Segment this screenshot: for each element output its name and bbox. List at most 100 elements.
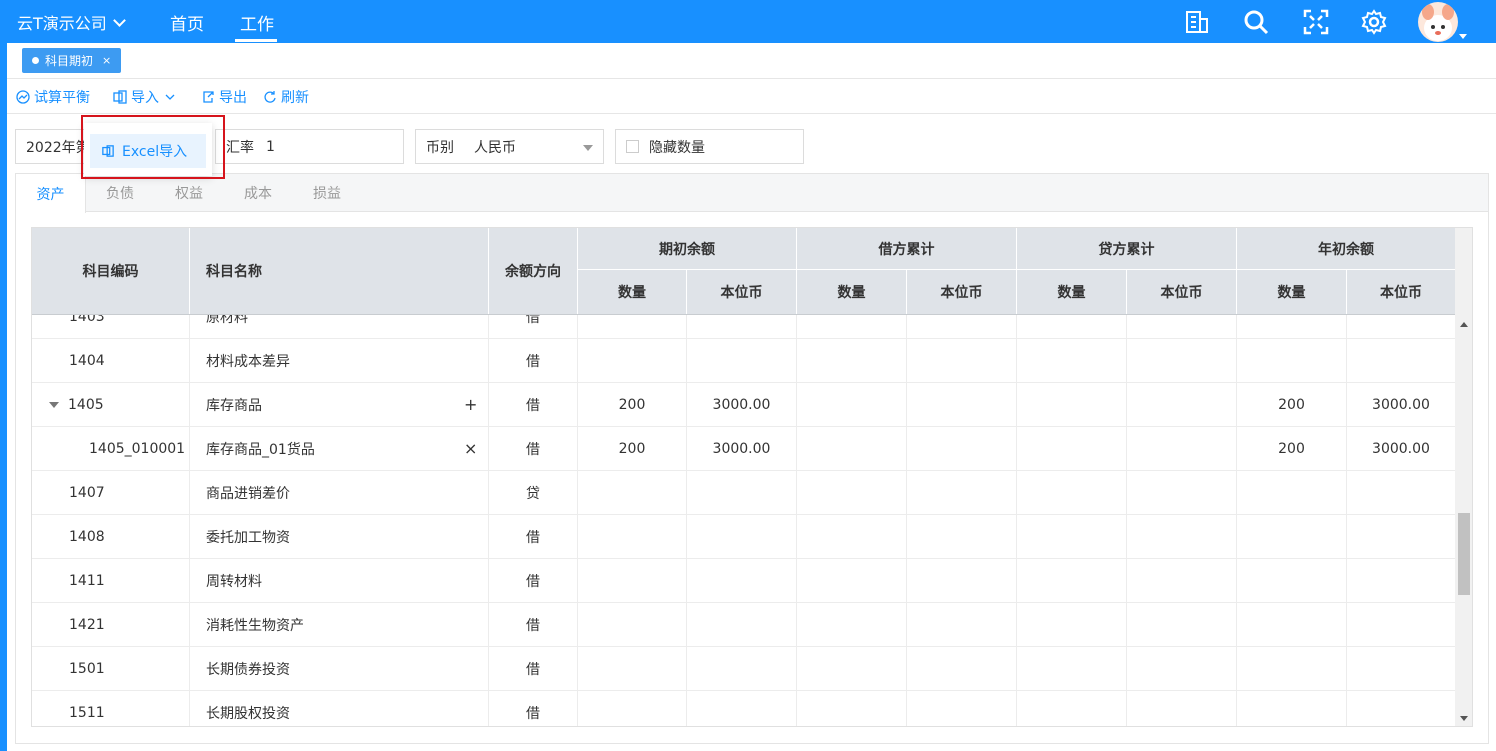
vertical-scrollbar[interactable] [1455,228,1472,726]
table-row[interactable]: 1405_010001 库存商品_01货品 × 借 200 3000.00 200 3000.… [32,427,1456,471]
cell-amount[interactable]: 3000.00 [1347,427,1456,471]
cell-qty[interactable] [1017,603,1127,647]
nav-home[interactable]: 首页 [170,10,204,35]
cell-amount[interactable]: 3000.00 [687,383,797,427]
cell-qty[interactable]: 200 [578,427,687,471]
table-row[interactable]: 1404 材料成本差异 借 [32,339,1456,383]
exchange-rate-field[interactable]: 汇率 1 [215,129,404,164]
import-button[interactable]: 导入 [113,87,177,107]
cell-qty[interactable] [1237,315,1347,339]
cell-qty[interactable] [578,515,687,559]
cell-amount[interactable] [687,691,797,726]
cell-amount[interactable]: 3000.00 [687,427,797,471]
cell-qty[interactable] [1017,427,1127,471]
building-icon[interactable] [1183,8,1211,36]
settings-icon[interactable] [1360,8,1388,36]
trial-balance-button[interactable]: 试算平衡 [16,87,90,107]
close-icon[interactable]: × [102,54,111,67]
cell-amount[interactable] [1347,559,1456,603]
table-row[interactable]: 1407 商品进销差价 贷 [32,471,1456,515]
fullscreen-icon[interactable] [1302,8,1330,36]
cell-qty[interactable] [578,471,687,515]
cell-qty[interactable] [1017,647,1127,691]
cell-amount[interactable] [687,559,797,603]
cell-amount[interactable] [907,515,1017,559]
checkbox-box[interactable] [626,140,639,153]
cell-qty[interactable]: 200 [1237,383,1347,427]
cell-qty[interactable] [578,339,687,383]
cell-amount[interactable] [907,427,1017,471]
cell-qty[interactable] [1017,383,1127,427]
page-tab-active[interactable]: 科目期初 × [22,48,122,73]
tab-liabilities[interactable]: 负债 [85,174,155,212]
cell-amount[interactable] [1127,383,1237,427]
cell-amount[interactable] [907,603,1017,647]
cell-amount[interactable] [1347,603,1456,647]
table-row[interactable]: 1405 库存商品 + 借 200 3000.00 200 3000.00 [32,383,1456,427]
company-switcher[interactable]: 云T演示公司 [17,10,126,34]
tab-equity[interactable]: 权益 [154,174,224,212]
cell-amount[interactable] [1347,471,1456,515]
cell-qty[interactable] [1017,691,1127,726]
table-row[interactable]: 1501 长期债券投资 借 [32,647,1456,691]
cell-amount[interactable] [687,515,797,559]
cell-amount[interactable] [1127,647,1237,691]
search-icon[interactable] [1242,8,1270,36]
cell-amount[interactable] [687,603,797,647]
refresh-button[interactable]: 刷新 [263,87,309,107]
cell-amount[interactable] [1127,559,1237,603]
cell-amount[interactable] [1127,471,1237,515]
user-avatar[interactable] [1418,2,1458,42]
table-row[interactable]: 1403 原材料 借 [32,315,1456,339]
cell-amount[interactable] [687,339,797,383]
scrollbar-thumb[interactable] [1458,513,1470,595]
cell-qty[interactable] [797,471,907,515]
cell-amount[interactable] [907,471,1017,515]
tab-profit-loss[interactable]: 损益 [292,174,362,212]
cell-qty[interactable] [578,559,687,603]
cell-amount[interactable] [907,647,1017,691]
cell-amount[interactable] [1127,691,1237,726]
cell-amount[interactable] [687,315,797,339]
cell-amount[interactable] [907,691,1017,726]
cell-qty[interactable] [578,315,687,339]
cell-amount[interactable] [907,315,1017,339]
cell-qty[interactable] [1237,691,1347,726]
avatar-caret-icon[interactable] [1459,34,1467,39]
cell-qty[interactable] [797,515,907,559]
delete-icon[interactable]: × [464,439,477,458]
cell-qty[interactable] [797,691,907,726]
table-row[interactable]: 1421 消耗性生物资产 借 [32,603,1456,647]
currency-select[interactable]: 币别 人民币 [415,129,604,164]
cell-amount[interactable] [687,647,797,691]
cell-amount[interactable] [687,471,797,515]
table-row[interactable]: 1408 委托加工物资 借 [32,515,1456,559]
cell-qty[interactable] [1017,315,1127,339]
expand-caret-icon[interactable] [49,402,59,408]
cell-amount[interactable] [1127,339,1237,383]
cell-amount[interactable] [907,383,1017,427]
add-sub-account-icon[interactable]: + [464,395,477,414]
cell-qty[interactable] [1237,339,1347,383]
cell-qty[interactable] [1237,471,1347,515]
cell-qty[interactable] [1237,559,1347,603]
cell-qty[interactable] [797,559,907,603]
cell-qty[interactable] [797,339,907,383]
cell-amount[interactable] [907,559,1017,603]
cell-amount[interactable] [1347,339,1456,383]
cell-qty[interactable] [1017,559,1127,603]
cell-amount[interactable] [907,339,1017,383]
cell-qty[interactable] [797,315,907,339]
cell-amount[interactable]: 3000.00 [1347,383,1456,427]
cell-qty[interactable] [1017,339,1127,383]
cell-qty[interactable]: 200 [1237,427,1347,471]
cell-amount[interactable] [1127,515,1237,559]
cell-qty[interactable] [797,383,907,427]
cell-qty[interactable] [1237,515,1347,559]
cell-amount[interactable] [1127,603,1237,647]
cell-amount[interactable] [1347,691,1456,726]
scroll-up-icon[interactable] [1460,322,1468,327]
cell-amount[interactable] [1347,515,1456,559]
cell-amount[interactable] [1127,427,1237,471]
cell-qty[interactable] [578,603,687,647]
